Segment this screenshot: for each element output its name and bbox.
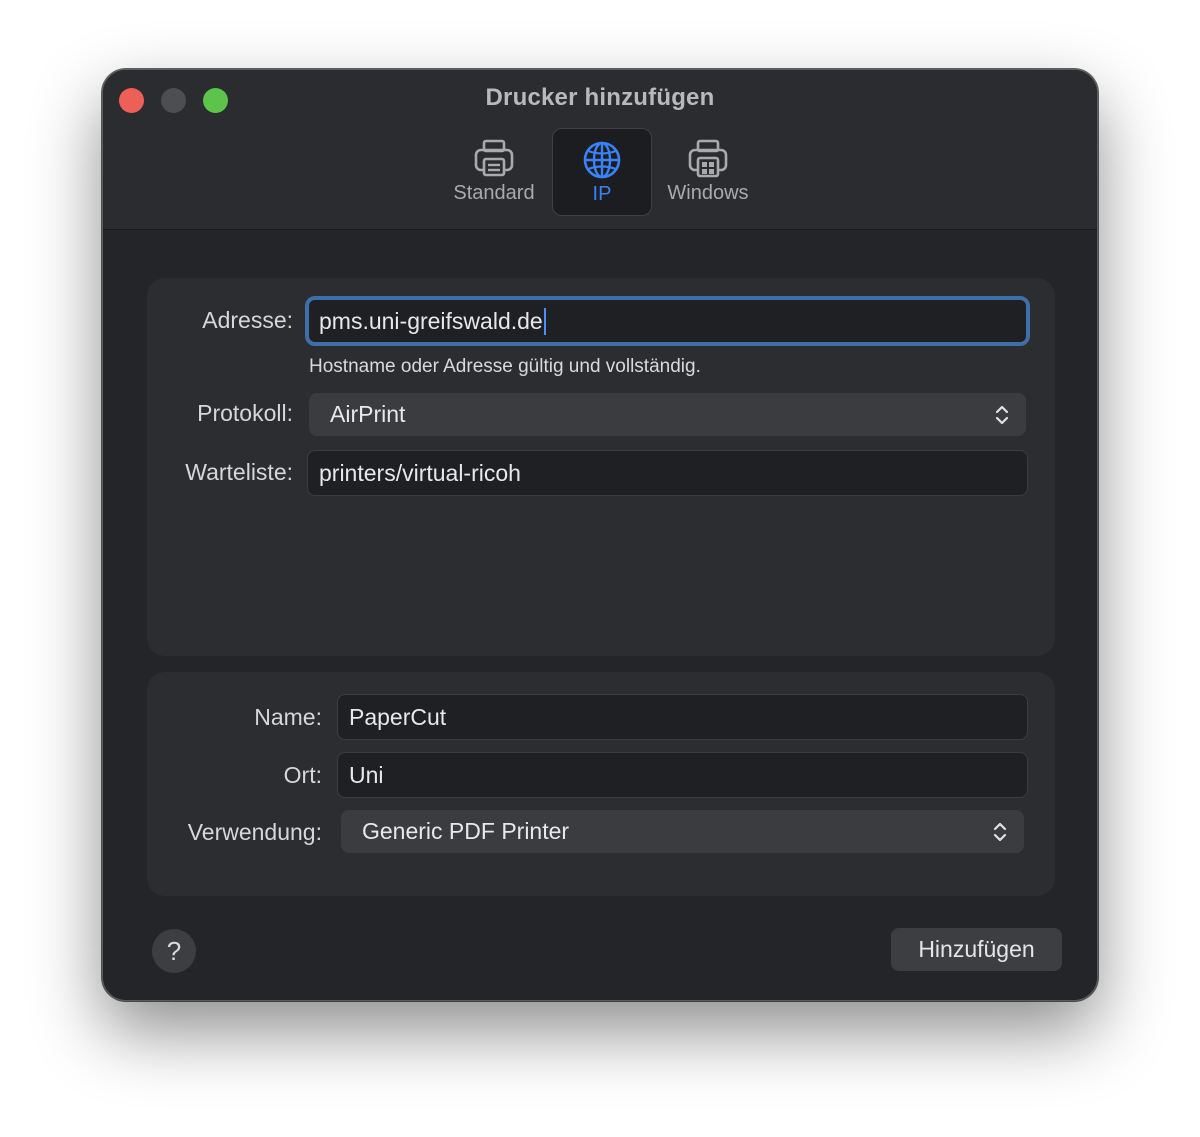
address-hint: Hostname oder Adresse gültig und vollstä… [309,356,701,377]
protocol-value: AirPrint [330,401,406,427]
add-button[interactable]: Hinzufügen [891,928,1062,971]
tab-standard[interactable]: Standard [444,128,544,216]
name-label: Name: [254,704,322,730]
tab-windows[interactable]: Windows [658,128,758,216]
tab-windows-label: Windows [667,182,749,204]
use-value: Generic PDF Printer [362,818,570,844]
add-printer-window: Drucker hinzufügen Standard IP Windows A… [102,69,1098,1001]
chevron-up-down-icon [993,822,1007,841]
protocol-popup[interactable]: AirPrint [309,393,1026,436]
address-field[interactable]: pms.uni-greifswald.de [305,296,1030,346]
tab-standard-label: Standard [453,182,535,204]
globe-icon [583,141,621,179]
protocol-label: Protokoll: [197,400,293,426]
windows-printer-icon [688,139,728,178]
printer-icon [474,139,514,177]
location-label: Ort: [283,762,322,788]
queue-value: printers/virtual-ricoh [319,459,521,486]
location-value: Uni [349,761,384,788]
tab-ip-label: IP [592,183,612,205]
window-title: Drucker hinzufügen [485,84,715,111]
address-value: pms.uni-greifswald.de [319,307,543,334]
location-field[interactable]: Uni [337,752,1028,798]
chevron-up-down-icon [995,405,1009,424]
queue-field[interactable]: printers/virtual-ricoh [307,450,1028,496]
toolbar: Drucker hinzufügen Standard IP Windows [103,70,1097,230]
use-popup[interactable]: Generic PDF Printer [341,810,1024,853]
tab-ip[interactable]: IP [552,128,652,216]
text-cursor [543,307,546,335]
use-label: Verwendung: [187,819,322,845]
name-value: PaperCut [349,703,447,730]
name-field[interactable]: PaperCut [337,694,1028,740]
help-button[interactable]: ? [152,929,196,973]
address-label: Adresse: [202,307,293,333]
queue-label: Warteliste: [185,459,293,485]
